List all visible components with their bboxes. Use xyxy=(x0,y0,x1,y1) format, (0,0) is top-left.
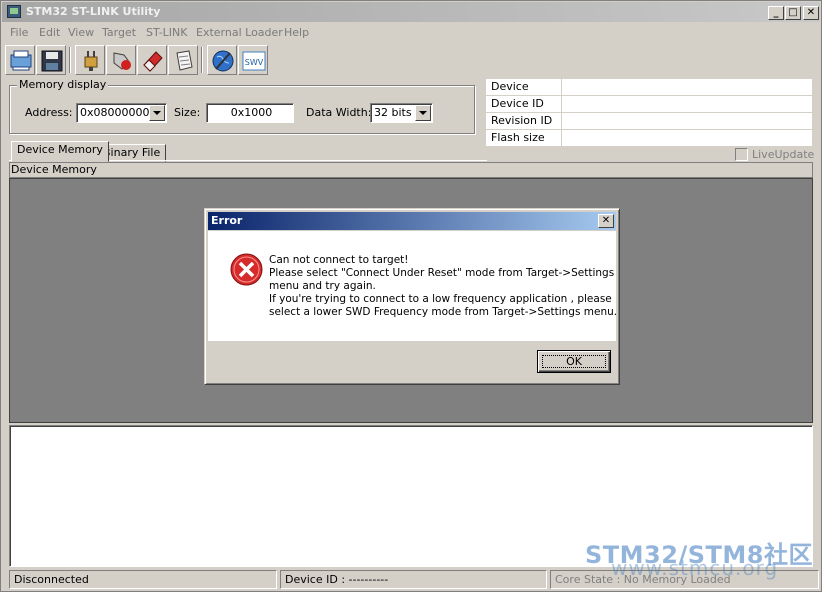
address-value: 0x08000000 xyxy=(80,106,150,119)
message-line: menu and try again. xyxy=(269,280,376,292)
data-width-label: Data Width: xyxy=(306,106,372,119)
device-info-row: Device xyxy=(486,79,812,96)
program-button[interactable] xyxy=(207,45,237,75)
globe-icon xyxy=(212,50,234,72)
size-label: Size: xyxy=(174,106,201,119)
verify-icon xyxy=(176,50,193,71)
app-icon xyxy=(7,5,21,18)
toolbar: SWV xyxy=(5,45,405,75)
error-icon xyxy=(230,253,263,286)
device-info-key: Flash size xyxy=(491,131,545,144)
maximize-button[interactable]: □ xyxy=(785,6,801,20)
device-info-row: Flash size xyxy=(486,130,812,147)
watermark-url: www.stmcu.org xyxy=(611,556,779,580)
main-window: STM32 ST-LINK Utility _ □ ✕ File Edit Vi… xyxy=(0,0,822,592)
data-width-dropdown-button[interactable] xyxy=(415,105,431,121)
window-title: STM32 ST-LINK Utility xyxy=(26,5,161,18)
menu-target[interactable]: Target xyxy=(102,23,136,43)
status-device-id: Device ID : ---------- xyxy=(280,570,547,589)
device-info-key: Device xyxy=(491,80,529,93)
tab-device-memory[interactable]: Device Memory xyxy=(11,141,109,162)
address-label: Address: xyxy=(25,106,73,119)
device-memory-header: Device Memory xyxy=(9,162,813,178)
column-divider xyxy=(561,96,562,113)
title-bar[interactable]: STM32 ST-LINK Utility _ □ ✕ xyxy=(2,2,820,22)
message-line: Can not connect to target! xyxy=(269,254,409,266)
save-icon xyxy=(41,50,63,72)
minimize-button[interactable]: _ xyxy=(768,6,784,20)
plug-button[interactable] xyxy=(75,45,105,75)
address-dropdown-button[interactable] xyxy=(149,105,165,121)
live-update-label: LiveUpdate xyxy=(752,148,815,161)
dialog-body: Can not connect to target! Please select… xyxy=(208,231,618,341)
memory-display-legend: Memory display xyxy=(17,78,109,91)
toolbar-separator xyxy=(201,47,203,73)
message-line: select a lower SWD Frequency mode from T… xyxy=(269,306,618,318)
device-info-key: Revision ID xyxy=(491,114,553,127)
verify-button[interactable] xyxy=(168,45,198,75)
message-line: If you're trying to connect to a low fre… xyxy=(269,293,612,305)
size-value: 0x1000 xyxy=(230,106,273,119)
menu-bar: File Edit View Target ST-LINK External L… xyxy=(2,23,820,43)
swv-button[interactable]: SWV xyxy=(238,45,268,75)
device-info-key: Device ID xyxy=(491,97,544,110)
dialog-title: Error xyxy=(211,214,243,227)
data-width-combo[interactable]: 32 bits xyxy=(370,103,433,123)
toolbar-separator xyxy=(69,47,71,73)
address-combo[interactable]: 0x08000000 xyxy=(76,103,167,123)
memory-display-group: Memory display Address: 0x08000000 Size:… xyxy=(9,78,475,134)
erase-icon xyxy=(143,51,163,72)
menu-file[interactable]: File xyxy=(10,23,28,43)
column-divider xyxy=(561,113,562,130)
menu-edit[interactable]: Edit xyxy=(39,23,60,43)
disconnect-icon xyxy=(113,52,131,70)
device-info-row: Revision ID xyxy=(486,113,812,130)
checkbox-box[interactable] xyxy=(735,148,748,161)
swv-label: SWV xyxy=(245,58,264,67)
status-connection: Disconnected xyxy=(9,570,277,589)
dialog-message: Can not connect to target! Please select… xyxy=(269,254,618,319)
save-button[interactable] xyxy=(36,45,66,75)
size-input[interactable]: 0x1000 xyxy=(206,103,294,123)
disconnect-button[interactable] xyxy=(106,45,136,75)
device-info-table: Device Device ID Revision ID Flash size xyxy=(486,79,812,147)
swv-icon: SWV xyxy=(242,51,266,71)
connect-button[interactable] xyxy=(5,45,35,75)
dialog-title-bar[interactable]: Error ✕ xyxy=(208,212,616,230)
menu-st-link[interactable]: ST-LINK xyxy=(146,23,187,43)
connect-icon xyxy=(10,50,32,71)
plug-icon xyxy=(84,51,98,71)
column-divider xyxy=(561,79,562,96)
close-button[interactable]: ✕ xyxy=(803,6,819,20)
column-divider xyxy=(561,130,562,147)
message-line: Please select "Connect Under Reset" mode… xyxy=(269,267,615,279)
menu-external-loader[interactable]: External Loader xyxy=(196,23,283,43)
erase-button[interactable] xyxy=(137,45,167,75)
data-width-value: 32 bits xyxy=(374,106,412,119)
menu-view[interactable]: View xyxy=(68,23,94,43)
ok-button[interactable]: OK xyxy=(537,350,611,373)
error-dialog: Error ✕ Can not connect to target! Pleas… xyxy=(204,208,620,385)
menu-help[interactable]: Help xyxy=(284,23,309,43)
dialog-close-button[interactable]: ✕ xyxy=(598,214,614,228)
device-info-row: Device ID xyxy=(486,96,812,113)
